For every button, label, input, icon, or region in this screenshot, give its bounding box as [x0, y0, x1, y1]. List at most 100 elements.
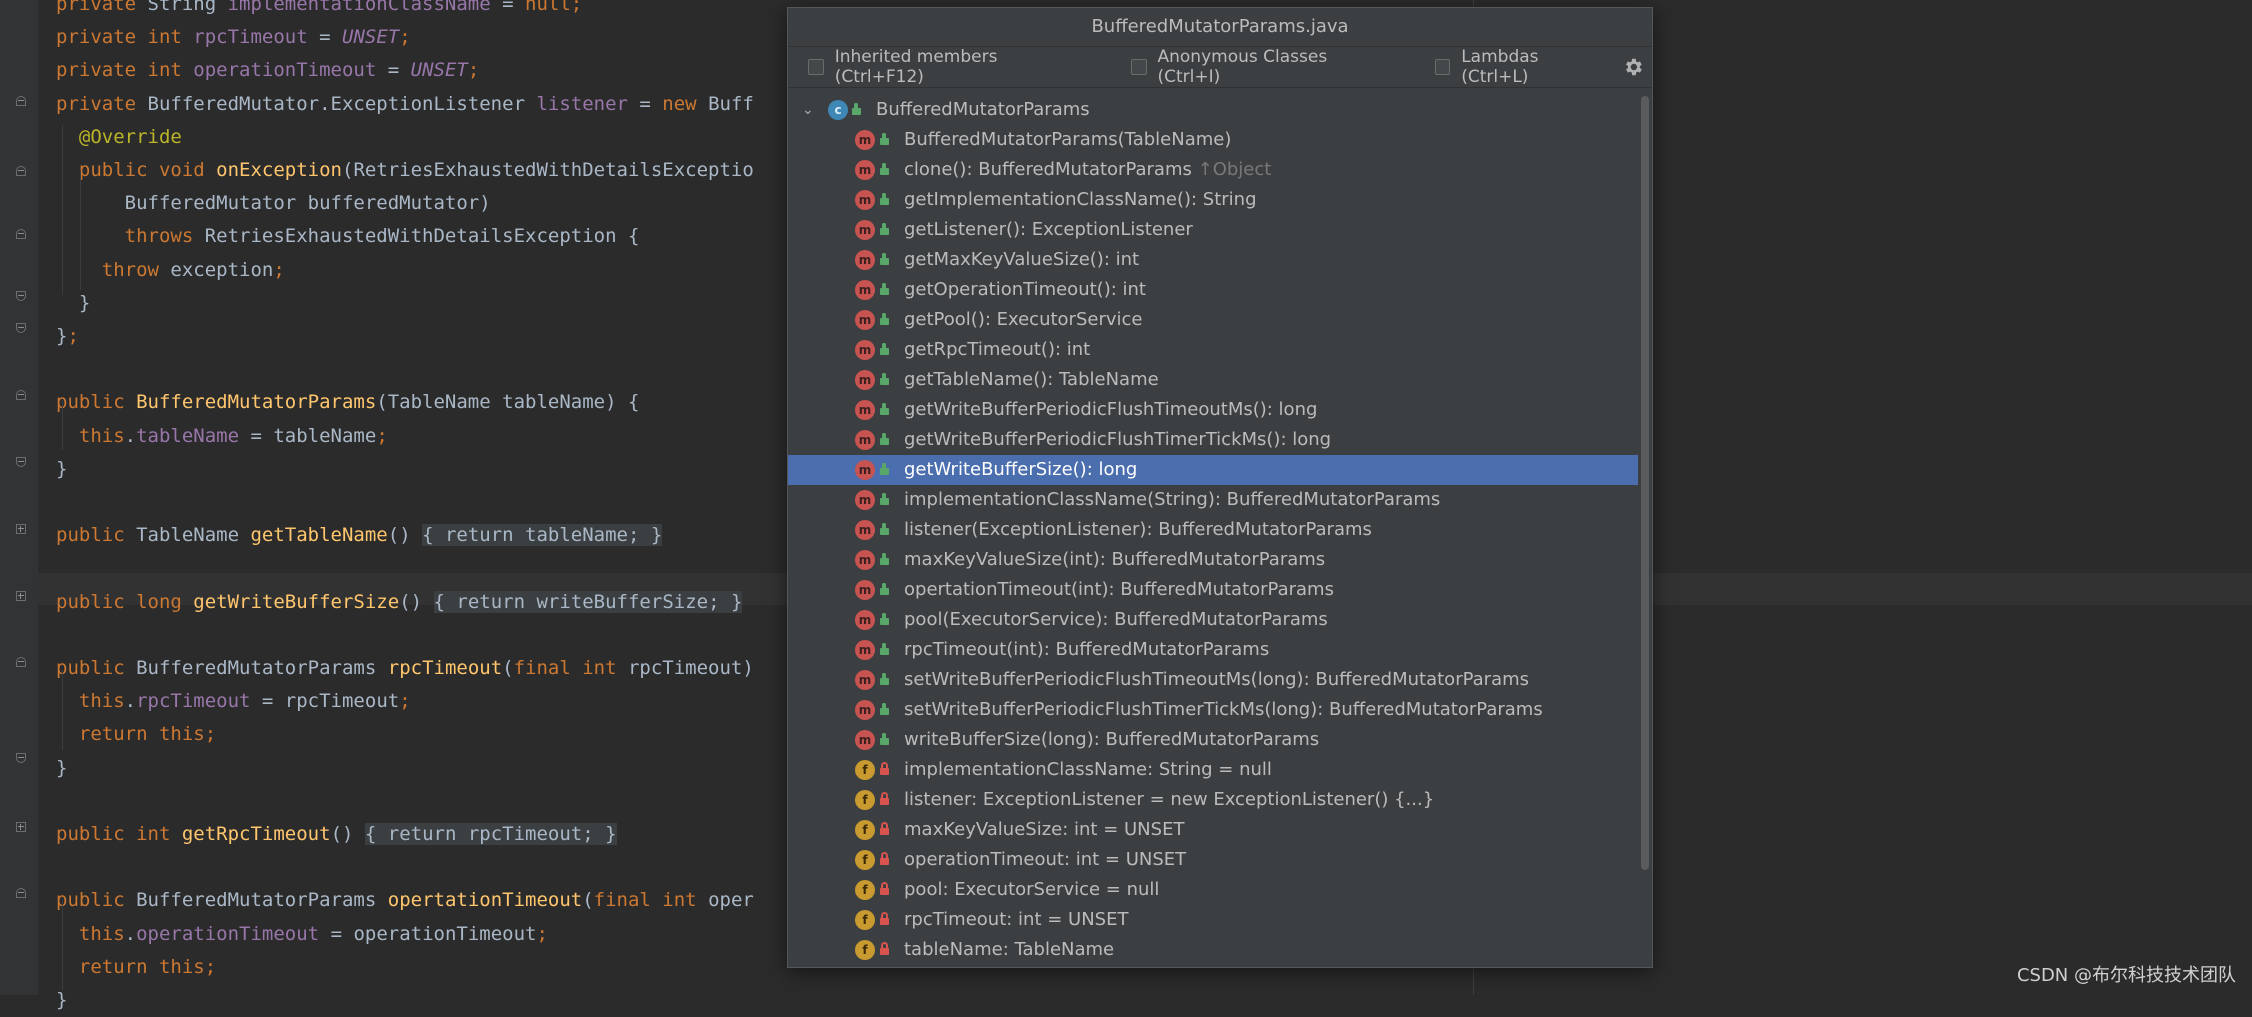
code-token: ; [708, 590, 731, 613]
tree-item-method[interactable]: m pool(ExecutorService): BufferedMutatorP… [788, 605, 1639, 635]
tree-item-field[interactable]: f maxKeyValueSize: int = UNSET [788, 815, 1639, 845]
tree-item-method[interactable]: m BufferedMutatorParams(TableName) [788, 125, 1639, 155]
code-token: ; [628, 524, 651, 547]
tree-item-method[interactable]: m setWriteBufferPeriodicFlushTimerTickMs(… [788, 695, 1639, 725]
fold-marker-icon[interactable] [16, 457, 26, 467]
option-inherited-members[interactable]: Inherited members (Ctrl+F12) [808, 47, 1087, 87]
option-anonymous-classes[interactable]: Anonymous Classes (Ctrl+I) [1130, 47, 1391, 87]
tree-item-method[interactable]: m getWriteBufferSize(): long [788, 455, 1639, 485]
chevron-down-icon[interactable]: ⌄ [802, 95, 814, 125]
code-line[interactable]: public BufferedMutatorParams rpcTimeout(… [56, 652, 754, 685]
tree-item-signature: getOperationTimeout(): int [904, 279, 1146, 300]
code-line[interactable]: throw exception; [56, 254, 285, 287]
tree-item-method[interactable]: m opertationTimeout(int): BufferedMutator… [788, 575, 1639, 605]
fold-marker-icon[interactable] [16, 291, 26, 301]
code-line[interactable]: return this; [56, 951, 216, 984]
tree-item-method[interactable]: m setWriteBufferPeriodicFlushTimeoutMs(lo… [788, 665, 1639, 695]
code-line[interactable]: } [56, 453, 67, 486]
tree-item-method[interactable]: m getWriteBufferPeriodicFlushTimeoutMs():… [788, 395, 1639, 425]
tree-item-method[interactable]: m rpcTimeout(int): BufferedMutatorParams [788, 635, 1639, 665]
code-line[interactable]: public TableName getTableName() { return… [56, 519, 663, 552]
fold-marker-icon[interactable] [16, 323, 26, 333]
tree-item-signature: getTableName(): TableName [904, 369, 1159, 390]
option-lambdas[interactable]: Lambdas (Ctrl+L) [1434, 47, 1609, 87]
private-lock-icon [880, 822, 890, 835]
code-line[interactable]: public BufferedMutatorParams opertationT… [56, 884, 754, 917]
tree-item-method[interactable]: m listener(ExceptionListener): BufferedMu… [788, 515, 1639, 545]
tree-item-signature: getWriteBufferSize(): long [904, 459, 1138, 480]
code-token: exception [170, 258, 274, 281]
anonymous-classes-checkbox[interactable] [1130, 59, 1147, 75]
fold-marker-icon[interactable] [16, 229, 26, 239]
structure-tree[interactable]: ⌄ c BufferedMutatorParams m BufferedMutatorP… [788, 88, 1639, 967]
public-visibility-icon [880, 493, 890, 505]
code-line[interactable]: this.tableName = tableName; [56, 420, 388, 453]
code-line[interactable]: @Override [56, 121, 182, 154]
public-visibility-icon [880, 343, 890, 355]
code-line[interactable]: private String implementationClassName =… [56, 0, 582, 21]
tree-item-field[interactable]: f implementationClassName: String = null [788, 755, 1639, 785]
fold-marker-icon[interactable] [16, 390, 26, 400]
tree-root-class[interactable]: ⌄ c BufferedMutatorParams [788, 95, 1639, 125]
code-line[interactable]: return this; [56, 718, 216, 751]
code-line[interactable]: throws RetriesExhaustedWithDetailsExcept… [56, 220, 640, 253]
code-line[interactable]: public int getRpcTimeout() { return rpcT… [56, 818, 617, 851]
tree-item-method[interactable]: m getWriteBufferPeriodicFlushTimerTickMs(… [788, 425, 1639, 455]
option-label: Lambdas (Ctrl+L) [1461, 47, 1539, 87]
code-line[interactable]: private int operationTimeout = UNSET; [56, 54, 479, 87]
tree-item-label: maxKeyValueSize(int): BufferedMutatorPar… [904, 545, 1325, 575]
fold-marker-icon[interactable] [16, 822, 26, 832]
tree-item-signature: clone(): BufferedMutatorParams [904, 159, 1192, 180]
tree-item-signature: listener: ExceptionListener = new Except… [904, 789, 1435, 810]
tree-item-method[interactable]: m getOperationTimeout(): int [788, 275, 1639, 305]
tree-item-field[interactable]: f operationTimeout: int = UNSET [788, 845, 1639, 875]
fold-marker-icon[interactable] [16, 524, 26, 534]
fold-marker-icon[interactable] [16, 591, 26, 601]
editor-gutter[interactable] [0, 0, 38, 995]
tree-item-field[interactable]: f rpcTimeout: int = UNSET [788, 905, 1639, 935]
file-structure-popup[interactable]: BufferedMutatorParams.java Inherited mem… [787, 7, 1653, 968]
tree-item-method[interactable]: m clone(): BufferedMutatorParams ↑Object [788, 155, 1639, 185]
code-line[interactable]: public long getWriteBufferSize() { retur… [56, 586, 743, 619]
code-line[interactable]: private int rpcTimeout = UNSET; [56, 21, 411, 54]
tree-item-method[interactable]: m implementationClassName(String): Buffer… [788, 485, 1639, 515]
scrollbar[interactable] [1638, 88, 1652, 967]
tree-item-method[interactable]: m getRpcTimeout(): int [788, 335, 1639, 365]
tree-item-field[interactable]: f listener: ExceptionListener = new Excep… [788, 785, 1639, 815]
tree-item-field[interactable]: f tableName: TableName [788, 935, 1639, 965]
fold-marker-icon[interactable] [16, 753, 26, 763]
tree-item-method[interactable]: m writeBufferSize(long): BufferedMutatorP… [788, 725, 1639, 755]
code-token: getRpcTimeout [181, 823, 331, 845]
tree-item-method[interactable]: m getPool(): ExecutorService [788, 305, 1639, 335]
code-line[interactable]: } [56, 752, 67, 785]
code-token: () [399, 590, 434, 613]
inherited-members-checkbox[interactable] [808, 59, 824, 75]
tree-item-label: setWriteBufferPeriodicFlushTimeoutMs(lon… [904, 665, 1529, 695]
tree-item-label: getTableName(): TableName [904, 365, 1159, 395]
tree-item-method[interactable]: m getTableName(): TableName [788, 365, 1639, 395]
code-line[interactable]: public void onException(RetriesExhausted… [56, 154, 754, 187]
tree-item-method[interactable]: m getListener(): ExceptionListener [788, 215, 1639, 245]
popup-options-bar: Inherited members (Ctrl+F12) Anonymous C… [788, 47, 1652, 88]
code-token: getWriteBufferSize [193, 590, 400, 613]
code-line[interactable]: BufferedMutator bufferedMutator) [56, 187, 491, 220]
code-line[interactable]: }; [56, 320, 79, 353]
fold-marker-icon[interactable] [16, 888, 26, 898]
code-line[interactable]: public BufferedMutatorParams(TableName t… [56, 386, 639, 419]
tree-item-method[interactable]: m getImplementationClassName(): String [788, 185, 1639, 215]
tree-item-method[interactable]: m getMaxKeyValueSize(): int [788, 245, 1639, 275]
gear-icon[interactable] [1622, 56, 1644, 78]
code-token: . [124, 690, 137, 713]
lambdas-checkbox[interactable] [1434, 59, 1451, 75]
code-token: } [730, 590, 743, 613]
fold-marker-icon[interactable] [16, 657, 26, 667]
code-line[interactable]: private BufferedMutator.ExceptionListene… [56, 88, 754, 121]
tree-item-method[interactable]: m maxKeyValueSize(int): BufferedMutatorPa… [788, 545, 1639, 575]
code-line[interactable]: this.rpcTimeout = rpcTimeout; [56, 685, 411, 718]
code-line[interactable]: this.operationTimeout = operationTimeout… [56, 918, 548, 951]
fold-marker-icon[interactable] [16, 166, 26, 176]
tree-item-field[interactable]: f pool: ExecutorService = null [788, 875, 1639, 905]
fold-marker-icon[interactable] [16, 96, 26, 106]
scrollbar-thumb[interactable] [1641, 96, 1649, 870]
tree-item-label: getRpcTimeout(): int [904, 335, 1090, 365]
